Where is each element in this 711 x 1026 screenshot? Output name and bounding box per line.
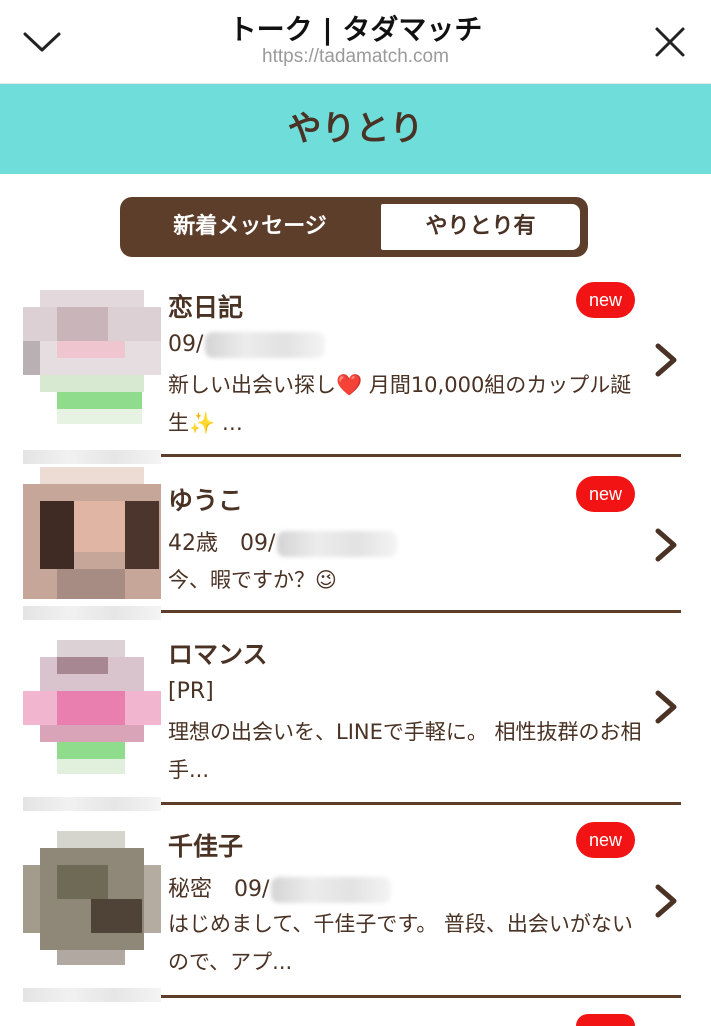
message-meta: 09/ xyxy=(168,332,326,358)
row-divider xyxy=(161,995,681,998)
sender-name: 千佳子 xyxy=(168,832,244,861)
page-url: https://tadamatch.com xyxy=(262,46,449,67)
message-preview: 理想の出会いを、LINEで手軽に。 相性抜群のお相手... xyxy=(168,720,642,782)
redacted-date xyxy=(205,332,326,358)
page-title: トーク | タダマッチ xyxy=(228,13,483,46)
redacted-date xyxy=(271,877,392,903)
redacted-date xyxy=(277,531,398,557)
message-meta: 42歳 09/ xyxy=(168,525,398,557)
section-header: やりとり xyxy=(0,84,711,174)
sender-name: 恋日記 xyxy=(168,293,244,322)
chevron-right-icon xyxy=(655,884,677,918)
chevron-right-icon xyxy=(655,528,677,562)
new-badge: new xyxy=(576,282,635,318)
tab-exchanged[interactable]: やりとり有 xyxy=(381,204,580,250)
list-item[interactable]: 千佳子 new 秘密 09/ はじめまして、千佳子です。 普段、出会いがないので… xyxy=(0,805,711,995)
new-badge: new xyxy=(576,476,635,512)
message-meta: 秘密 09/ xyxy=(168,871,392,903)
tab-new-messages[interactable]: 新着メッセージ xyxy=(120,197,380,257)
avatar xyxy=(23,467,161,599)
message-preview: はじめまして、千佳子です。 普段、出会いがないので、アプ... xyxy=(168,912,633,974)
list-item[interactable]: ゆうこ new 42歳 09/ 今、暇ですか？😉 xyxy=(0,457,711,610)
list-item[interactable]: ロマンス [PR] 理想の出会いを、LINEで手軽に。 相性抜群のお相手... xyxy=(0,613,711,801)
message-tabs: 新着メッセージ やりとり有 xyxy=(120,197,588,257)
avatar xyxy=(23,831,161,969)
avatar-divider-strip xyxy=(23,988,161,1002)
message-preview: 新しい出会い探し❤️ 月間10,000組のカップル誕生✨ … xyxy=(168,373,632,435)
new-badge: new xyxy=(576,822,635,858)
list-item[interactable]: 恋日記 new 09/ 新しい出会い探し❤️ 月間10,000組のカップル誕生✨… xyxy=(0,270,711,460)
message-meta: [PR] xyxy=(168,679,214,704)
chevron-right-icon xyxy=(655,343,677,377)
close-icon[interactable] xyxy=(650,22,690,62)
chevron-right-icon xyxy=(655,690,677,724)
sender-name: ゆうこ xyxy=(168,486,244,515)
new-badge-partial xyxy=(576,1014,635,1026)
sender-name: ロマンス xyxy=(168,640,268,669)
avatar xyxy=(23,640,161,778)
message-preview: 今、暇ですか？😉 xyxy=(168,568,337,592)
browser-top-bar: トーク | タダマッチ https://tadamatch.com xyxy=(0,0,711,84)
avatar xyxy=(23,290,161,428)
